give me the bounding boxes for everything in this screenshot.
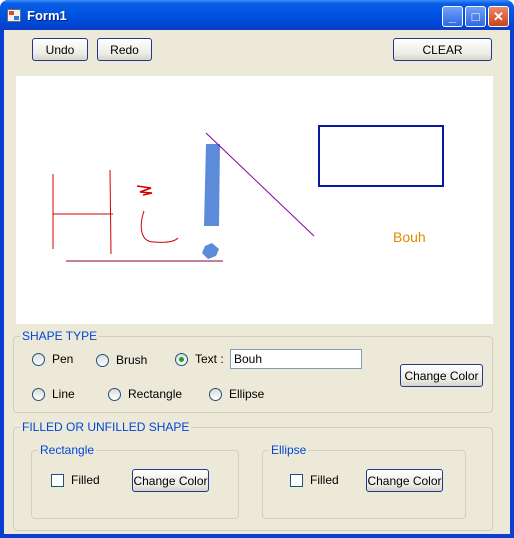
ellipse-filled-checkbox[interactable]: Filled [290, 473, 339, 487]
rectangle-shape [318, 125, 444, 187]
radio-ellipse-label: Ellipse [229, 387, 265, 401]
radio-line[interactable]: Line [32, 387, 75, 401]
radio-rectangle-label: Rectangle [128, 387, 183, 401]
drawing-canvas[interactable]: Bouh [16, 76, 493, 324]
close-icon[interactable]: ✕ [488, 6, 509, 27]
rectangle-filled-checkbox[interactable]: Filled [51, 473, 100, 487]
ellipse-change-color-button[interactable]: Change Color [366, 469, 443, 492]
radio-brush-label: Brush [116, 353, 148, 367]
maximize-icon[interactable]: □ [465, 6, 486, 27]
radio-line-dot[interactable] [32, 387, 45, 401]
radio-rectangle[interactable]: Rectangle [108, 387, 182, 401]
pen-stroke-u [140, 210, 179, 243]
radio-pen-label: Pen [52, 352, 74, 366]
radio-ellipse-dot[interactable] [209, 387, 222, 401]
window-title: Form1 [27, 8, 67, 23]
ellipse-filled-label: Filled [310, 473, 339, 487]
pen-stroke-scribble [136, 185, 153, 196]
shape-change-color-button[interactable]: Change Color [400, 364, 483, 387]
ellipse-filled-box[interactable] [290, 473, 303, 487]
redo-button[interactable]: Redo [97, 38, 152, 61]
line-shape [205, 132, 315, 237]
rectangle-filled-label: Filled [71, 473, 100, 487]
fill-group-title: FILLED OR UNFILLED SHAPE [20, 420, 192, 434]
shape-type-title: SHAPE TYPE [20, 329, 100, 343]
pen-stroke-h-right [109, 169, 112, 255]
radio-ellipse[interactable]: Ellipse [209, 387, 264, 401]
radio-pen[interactable]: Pen [32, 352, 73, 366]
text-shape: Bouh [393, 229, 426, 245]
text-shape-input[interactable] [230, 349, 362, 369]
rectangle-change-color-button[interactable]: Change Color [132, 469, 209, 492]
app-icon [7, 9, 21, 22]
brush-stroke-splash [202, 243, 219, 259]
app-window: Form1 _ □ ✕ Undo Redo CLEAR Bouh SHAPE T… [0, 0, 514, 538]
radio-text-label: Text : [195, 352, 224, 366]
clear-button[interactable]: CLEAR [393, 38, 492, 61]
rectangle-filled-box[interactable] [51, 473, 64, 487]
title-bar[interactable]: Form1 _ □ ✕ [0, 0, 514, 30]
radio-text-dot[interactable] [175, 352, 188, 366]
undo-button[interactable]: Undo [32, 38, 88, 61]
radio-text[interactable]: Text : [175, 352, 224, 366]
radio-brush[interactable]: Brush [96, 353, 147, 367]
radio-pen-dot[interactable] [32, 352, 45, 366]
radio-rectangle-dot[interactable] [108, 387, 121, 401]
brush-stroke-bar [204, 144, 220, 226]
radio-line-label: Line [52, 387, 75, 401]
client-area: Undo Redo CLEAR Bouh SHAPE TYPE Pen Brus… [4, 30, 510, 534]
minimize-icon[interactable]: _ [442, 6, 463, 27]
radio-brush-dot[interactable] [96, 353, 109, 367]
rectangle-fill-title: Rectangle [38, 443, 97, 457]
ellipse-fill-title: Ellipse [269, 443, 309, 457]
drawing-surface: Bouh [52, 125, 444, 262]
